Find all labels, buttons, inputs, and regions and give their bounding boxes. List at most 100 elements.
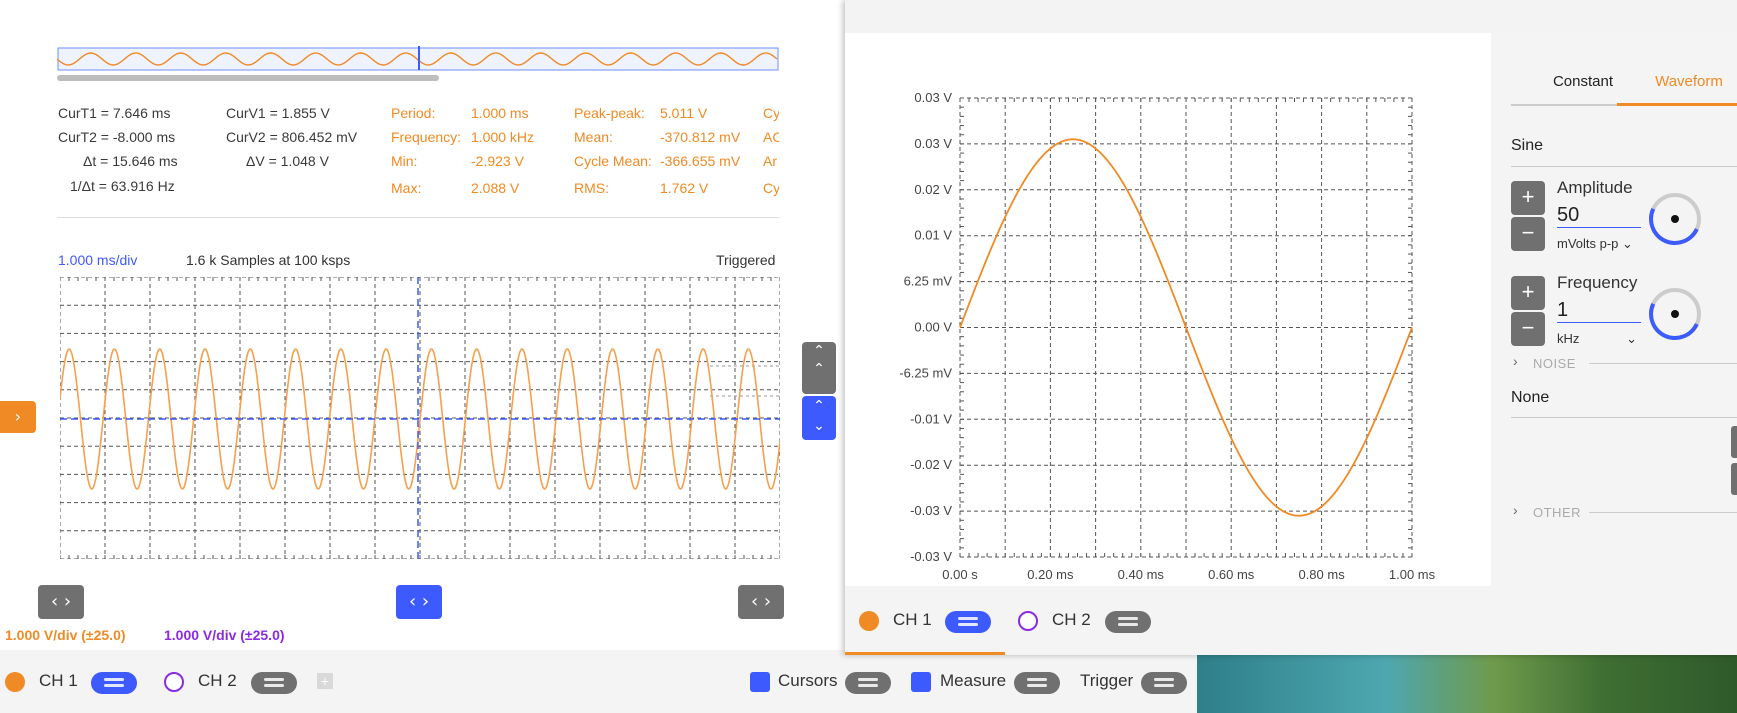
cut-label-4: Cy <box>763 180 779 196</box>
tab-waveform[interactable]: Waveform <box>1655 73 1723 90</box>
other-section-toggle[interactable]: OTHER <box>1533 505 1581 520</box>
ch1-label[interactable]: CH 1 <box>39 671 78 691</box>
scope-plot[interactable] <box>60 277 780 559</box>
y-tick-label: -0.03 V <box>910 549 952 564</box>
generator-bottom-bar: CH 1 CH 2 <box>845 586 1737 655</box>
ch2-settings-toggle[interactable] <box>251 672 297 694</box>
amplitude-increase-button[interactable]: + <box>1511 181 1545 215</box>
amplitude-input[interactable]: 50 <box>1557 204 1641 228</box>
frequency-value: 1.000 kHz <box>471 129 535 145</box>
period-label: Period: <box>391 105 436 121</box>
cut-label-1: Cy <box>763 105 779 121</box>
side-control-1[interactable] <box>1731 426 1737 458</box>
waveform-type[interactable]: Sine <box>1511 137 1543 155</box>
peak-peak-value: 5.011 V <box>660 105 708 121</box>
ch2-label[interactable]: CH 2 <box>198 671 237 691</box>
cursors-toggle[interactable] <box>845 672 891 694</box>
trigger-toggle[interactable] <box>1141 672 1187 694</box>
frequency-decrease-button[interactable]: − <box>1511 312 1545 346</box>
waveform-underline <box>1511 166 1737 167</box>
ch1-scale[interactable]: 1.000 V/div (±25.0) <box>5 627 126 643</box>
measure-toggle[interactable] <box>1014 672 1060 694</box>
y-tick-label: -0.03 V <box>910 503 952 518</box>
timebase-label[interactable]: 1.000 ms/div <box>58 252 137 268</box>
ch1-settings-toggle[interactable] <box>91 672 137 694</box>
noise-divider <box>1589 363 1737 364</box>
period-value: 1.000 ms <box>471 105 529 121</box>
gen-ch2-label[interactable]: CH 2 <box>1052 610 1091 630</box>
ch2-offset-marker[interactable]: ⌃ ⌃ <box>802 342 836 394</box>
noise-type[interactable]: None <box>1511 389 1549 407</box>
chevron-right-icon[interactable]: › <box>1513 502 1518 518</box>
measure-label[interactable]: Measure <box>940 671 1006 691</box>
trigger-label[interactable]: Trigger <box>1080 671 1133 691</box>
gen-ch1-indicator[interactable] <box>859 611 879 631</box>
frequency-unit: kHz <box>1557 331 1580 346</box>
y-tick-label: 0.03 V <box>914 90 952 105</box>
y-tick-label: 6.25 mV <box>904 274 953 289</box>
x-tick-label: 0.00 s <box>942 567 978 582</box>
y-tick-label: 0.00 V <box>914 320 952 335</box>
amplitude-unit: mVolts p-p <box>1557 236 1619 251</box>
gen-ch2-indicator[interactable] <box>1018 611 1038 631</box>
amplitude-decrease-button[interactable]: − <box>1511 217 1545 251</box>
y-tick-label: -0.01 V <box>910 411 952 426</box>
ch2-scale[interactable]: 1.000 V/div (±25.0) <box>164 627 285 643</box>
amplitude-unit-select[interactable]: mVolts p-p ⌄ <box>1557 236 1633 252</box>
add-channel-button[interactable]: + <box>317 673 333 689</box>
overview-waveform[interactable] <box>57 46 779 84</box>
frequency-increase-button[interactable]: + <box>1511 276 1545 310</box>
chevron-right-icon[interactable]: › <box>1513 353 1518 369</box>
x-tick-label: 0.80 ms <box>1298 567 1345 582</box>
ch2-indicator[interactable] <box>164 672 184 692</box>
noise-underline <box>1511 417 1737 418</box>
frequency-unit-select[interactable]: kHz ⌄ <box>1557 331 1637 346</box>
divider <box>57 217 779 218</box>
cursors-label[interactable]: Cursors <box>778 671 838 691</box>
y-tick-label: 0.01 V <box>914 228 952 243</box>
oscilloscope-panel: CurT1 = 7.646 ms CurT2 = -8.000 ms Δt = … <box>0 0 850 713</box>
sample-info: 1.6 k Samples at 100 ksps <box>186 252 351 268</box>
frequency-knob[interactable] <box>1641 280 1709 348</box>
waveform-generator-window: 0.03 V 0.03 V 0.02 V 0.01 V 6.25 mV 0.00 V -6.… <box>845 0 1737 655</box>
cursor-v1: CurV1 = 1.855 V <box>226 105 330 121</box>
generator-title-bar[interactable] <box>845 0 1737 33</box>
mean-label: Mean: <box>574 129 613 145</box>
right-cursor-handle[interactable]: ‹ › <box>738 585 784 619</box>
max-value: 2.088 V <box>471 180 520 196</box>
measure-indicator[interactable] <box>911 672 931 692</box>
ch1-indicator[interactable] <box>5 672 25 692</box>
amplitude-label: Amplitude <box>1557 178 1633 197</box>
trigger-position-handle[interactable]: ‹ › <box>396 585 442 619</box>
tab-active-indicator <box>1617 103 1737 106</box>
noise-section-toggle[interactable]: NOISE <box>1533 356 1576 371</box>
mean-value: -370.812 mV <box>660 129 741 145</box>
generator-settings-panel: Constant Waveform Sine + − Amplitude 50 … <box>1491 33 1737 586</box>
left-cursor-handle[interactable]: ‹ › <box>38 585 84 619</box>
gen-ch1-settings-toggle[interactable] <box>945 611 991 633</box>
side-control-2[interactable] <box>1731 463 1737 495</box>
cursor-t2: CurT2 = -8.000 ms <box>58 129 176 145</box>
cycle-mean-value: -366.655 mV <box>660 153 741 169</box>
trigger-level-marker[interactable]: ⌃ ⌄ <box>802 396 836 440</box>
generator-preview-plot: 0.03 V 0.03 V 0.02 V 0.01 V 6.25 mV 0.00 V -6.… <box>899 90 1436 582</box>
x-tick-label: 0.20 ms <box>1027 567 1074 582</box>
frequency-label: Frequency: <box>391 129 462 145</box>
cut-label-2: AC <box>763 129 779 145</box>
generator-ch1-trace <box>959 138 1413 517</box>
x-tick-label: 1.00 ms <box>1389 567 1436 582</box>
ch1-offset-marker[interactable]: › <box>0 401 36 433</box>
min-label: Min: <box>391 153 418 169</box>
frequency-label: Frequency <box>1557 273 1638 292</box>
cursors-indicator[interactable] <box>750 672 770 692</box>
frequency-input[interactable]: 1 <box>1557 299 1641 323</box>
cursor-t1: CurT1 = 7.646 ms <box>58 105 171 121</box>
min-value: -2.923 V <box>471 153 524 169</box>
scope-bottom-bar: CH 1 CH 2 + Cursors Measure Trigger <box>0 650 1200 713</box>
gen-ch1-label[interactable]: CH 1 <box>893 610 932 630</box>
tab-constant[interactable]: Constant <box>1553 73 1613 90</box>
gen-ch2-settings-toggle[interactable] <box>1105 611 1151 633</box>
chevron-down-icon: ⌄ <box>1626 331 1637 346</box>
y-tick-label: 0.02 V <box>914 182 952 197</box>
amplitude-knob[interactable] <box>1641 185 1709 253</box>
